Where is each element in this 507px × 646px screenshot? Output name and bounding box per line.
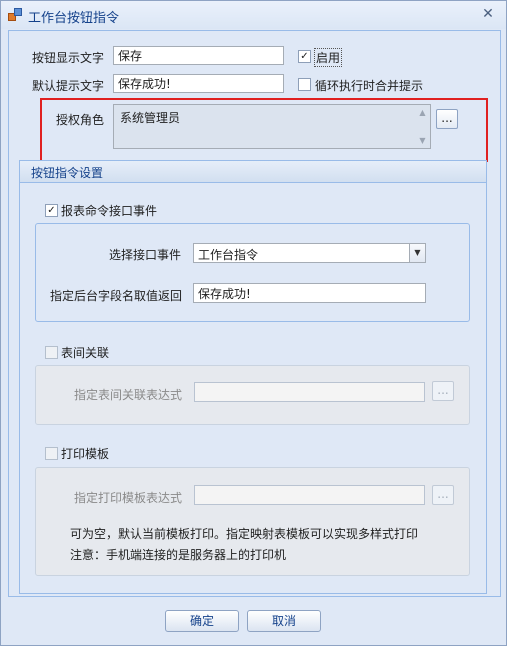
title-bar: 工作台按钮指令 ✕	[1, 1, 506, 29]
command-settings-group: 按钮指令设置 ✓ 报表命令接口事件 选择接口事件 工作台指令 ▼ 指定后台字段名…	[19, 160, 487, 594]
report-event-label[interactable]: 报表命令接口事件	[61, 202, 157, 219]
return-field-input[interactable]: 保存成功!	[193, 283, 426, 303]
table-relation-browse-button[interactable]: ...	[432, 381, 454, 401]
window-title: 工作台按钮指令	[28, 11, 120, 26]
select-event-label: 选择接口事件	[109, 248, 182, 262]
role-list[interactable]: 系统管理员 ▲ ▼	[113, 104, 431, 149]
table-relation-label[interactable]: 表间关联	[61, 344, 109, 361]
app-icon	[8, 8, 22, 22]
print-template-note: 可为空，默认当前模板打印。指定映射表模板可以实现多样式打印	[70, 527, 419, 541]
scroll-up-icon[interactable]: ▲	[418, 108, 427, 117]
print-template-label[interactable]: 打印模板	[61, 445, 109, 462]
display-text-label: 按钮显示文字	[32, 51, 105, 65]
role-browse-button[interactable]: ...	[436, 109, 458, 129]
table-relation-panel: 指定表间关联表达式 ...	[35, 365, 470, 425]
group-header: 按钮指令设置	[20, 161, 486, 183]
merge-prompt-label[interactable]: 循环执行时合并提示	[315, 77, 423, 94]
select-event-value: 工作台指令	[198, 248, 259, 262]
print-template-browse-button[interactable]: ...	[432, 485, 454, 505]
print-template-checkbox[interactable]	[45, 447, 58, 460]
return-field-label: 指定后台字段名取值返回	[50, 289, 183, 303]
table-relation-expr-label: 指定表间关联表达式	[74, 388, 183, 402]
print-template-expr-label: 指定打印模板表达式	[74, 491, 183, 505]
close-icon[interactable]: ✕	[480, 6, 496, 22]
enabled-checkbox[interactable]: ✓	[298, 50, 311, 63]
printer-note: 注意：手机端连接的是服务器上的打印机	[70, 548, 287, 562]
dialog-content: 按钮显示文字 保存 ✓ 启用 默认提示文字 保存成功! 循环执行时合并提示 授权…	[8, 30, 501, 597]
role-label: 授权角色	[56, 113, 105, 127]
select-event-dropdown[interactable]: 工作台指令 ▼	[193, 243, 426, 263]
print-template-expr-input[interactable]	[194, 485, 425, 505]
prompt-text-label: 默认提示文字	[32, 79, 105, 93]
ok-button[interactable]: 确定	[165, 610, 239, 632]
merge-prompt-checkbox[interactable]	[298, 78, 311, 91]
dialog-window: 工作台按钮指令 ✕ 按钮显示文字 保存 ✓ 启用 默认提示文字 保存成功! 循环…	[0, 0, 507, 646]
report-event-panel: 选择接口事件 工作台指令 ▼ 指定后台字段名取值返回 保存成功!	[35, 223, 470, 322]
print-template-panel: 指定打印模板表达式 ... 可为空，默认当前模板打印。指定映射表模板可以实现多样…	[35, 467, 470, 576]
cancel-button[interactable]: 取消	[247, 610, 321, 632]
table-relation-expr-input[interactable]	[194, 382, 425, 402]
role-value: 系统管理员	[120, 111, 181, 125]
chevron-down-icon[interactable]: ▼	[409, 244, 425, 262]
group-title: 按钮指令设置	[31, 166, 104, 180]
prompt-text-input[interactable]: 保存成功!	[113, 74, 284, 93]
display-text-input[interactable]: 保存	[113, 46, 284, 65]
table-relation-checkbox[interactable]	[45, 346, 58, 359]
report-event-checkbox[interactable]: ✓	[45, 204, 58, 217]
enabled-label[interactable]: 启用	[314, 48, 343, 67]
scroll-down-icon[interactable]: ▼	[418, 136, 427, 145]
